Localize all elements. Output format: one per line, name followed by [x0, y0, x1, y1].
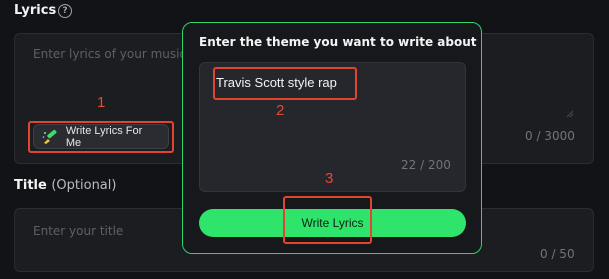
- lyrics-counter: 0 / 3000: [525, 129, 575, 143]
- title-label: Title: [14, 178, 47, 193]
- popup-title: Enter the theme you want to write about: [199, 35, 477, 49]
- annotation-box-1: [28, 121, 174, 153]
- lyrics-placeholder: Enter lyrics of your music: [33, 47, 187, 61]
- theme-counter: 22 / 200: [401, 158, 451, 172]
- annotation-box-3: [283, 196, 372, 244]
- annotation-number-2: 2: [276, 102, 285, 119]
- title-heading: Title (Optional): [14, 178, 116, 193]
- annotation-number-1: 1: [97, 94, 106, 111]
- annotation-box-2: [213, 67, 357, 100]
- title-counter: 0 / 50: [540, 247, 575, 261]
- title-optional: (Optional): [51, 178, 117, 193]
- question-circle-icon[interactable]: ?: [58, 4, 72, 18]
- resize-handle-icon[interactable]: [566, 110, 574, 118]
- annotation-number-3: 3: [325, 170, 334, 187]
- title-placeholder: Enter your title: [33, 224, 124, 238]
- lyrics-heading: Lyrics: [14, 3, 57, 18]
